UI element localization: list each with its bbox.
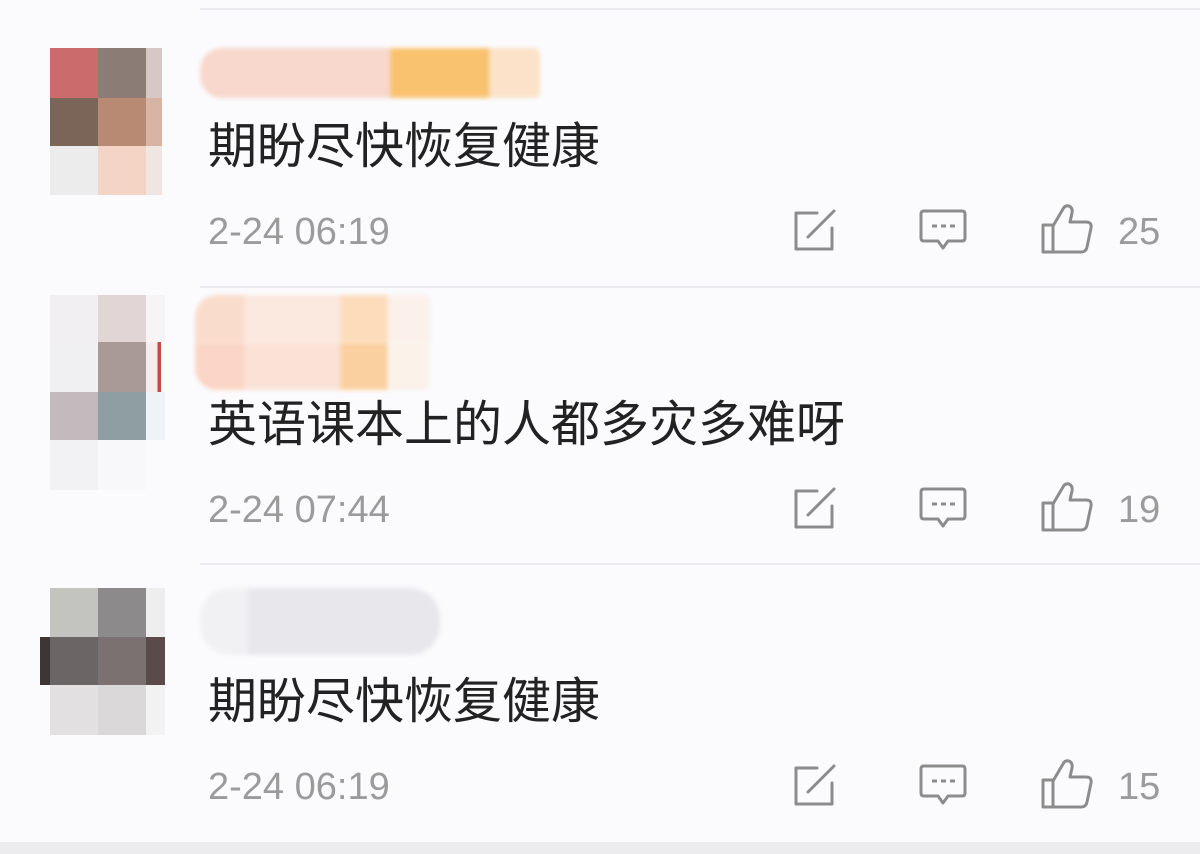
username[interactable]: [200, 588, 440, 655]
comment-icon[interactable]: [918, 208, 968, 254]
like-button[interactable]: 15: [1040, 758, 1165, 812]
comment-button[interactable]: [918, 763, 968, 809]
forward-icon[interactable]: [791, 486, 839, 532]
username[interactable]: [200, 48, 540, 98]
comment-icon[interactable]: [918, 486, 968, 532]
like-button[interactable]: 25: [1040, 203, 1165, 257]
comment-text: 期盼尽快恢复健康: [208, 118, 601, 175]
forward-button[interactable]: [791, 763, 839, 809]
comment-text: 期盼尽快恢复健康: [208, 673, 601, 730]
forward-button[interactable]: [791, 208, 839, 254]
comment-icon[interactable]: [918, 763, 968, 809]
thumbs-up-icon[interactable]: [1040, 203, 1094, 255]
username[interactable]: [195, 295, 430, 390]
avatar[interactable]: [50, 295, 165, 490]
comment-item: 期盼尽快恢复健康 2-24 06:19 15: [0, 555, 1200, 833]
thumbs-up-icon[interactable]: [1040, 481, 1094, 533]
thumbs-up-icon[interactable]: [1040, 758, 1094, 810]
avatar[interactable]: [50, 48, 162, 195]
comment-timestamp: 2-24 07:44: [208, 489, 390, 531]
forward-icon[interactable]: [791, 763, 839, 809]
comment-item: 英语课本上的人都多灾多难呀 2-24 07:44 19: [0, 278, 1200, 556]
comment-button[interactable]: [918, 208, 968, 254]
like-count: 19: [1118, 489, 1161, 531]
comment-timestamp: 2-24 06:19: [208, 766, 390, 808]
like-button[interactable]: 19: [1040, 481, 1165, 535]
forward-icon[interactable]: [791, 208, 839, 254]
avatar[interactable]: [40, 588, 165, 735]
comment-text: 英语课本上的人都多灾多难呀: [208, 396, 846, 453]
like-count: 15: [1118, 766, 1161, 808]
bottom-bar: [0, 842, 1200, 854]
comment-button[interactable]: [918, 486, 968, 532]
forward-button[interactable]: [791, 486, 839, 532]
like-count: 25: [1118, 211, 1161, 253]
comment-timestamp: 2-24 06:19: [208, 211, 390, 253]
comment-item: 期盼尽快恢复健康 2-24 06:19 25: [0, 0, 1200, 278]
